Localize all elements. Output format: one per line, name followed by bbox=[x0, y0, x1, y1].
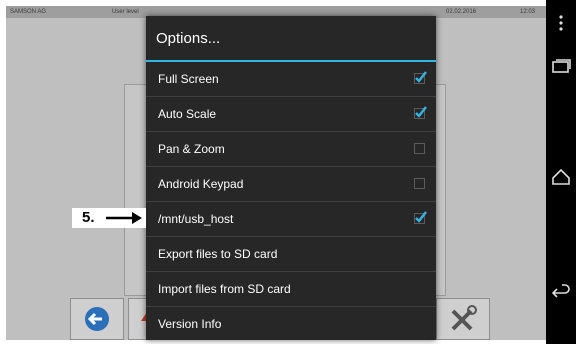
option-auto-scale[interactable]: Auto Scale bbox=[146, 97, 436, 132]
option-label: Import files from SD card bbox=[158, 282, 291, 296]
home-button[interactable] bbox=[550, 166, 572, 188]
option-label: Export files to SD card bbox=[158, 247, 278, 261]
dialog-title: Options... bbox=[156, 30, 221, 47]
option-export-sd[interactable]: Export files to SD card bbox=[146, 237, 436, 272]
option-label: /mnt/usb_host bbox=[158, 212, 234, 226]
back-arrow-icon bbox=[85, 307, 109, 331]
user-level-label: User level bbox=[112, 9, 139, 15]
home-icon bbox=[552, 168, 570, 185]
option-label: Full Screen bbox=[158, 72, 219, 86]
recent-apps-button[interactable] bbox=[550, 55, 572, 77]
tools-button[interactable] bbox=[436, 298, 490, 340]
step-number: 5. bbox=[82, 209, 95, 226]
option-label: Pan & Zoom bbox=[158, 142, 225, 156]
auto-scale-checkbox[interactable] bbox=[414, 106, 427, 119]
back-button[interactable] bbox=[70, 298, 124, 340]
android-keypad-checkbox[interactable] bbox=[414, 178, 425, 189]
step-callout: 5. bbox=[72, 208, 146, 228]
usb-host-checkbox[interactable] bbox=[414, 211, 427, 224]
checkmark-icon bbox=[415, 106, 427, 118]
full-screen-checkbox[interactable] bbox=[414, 71, 427, 84]
pan-zoom-checkbox[interactable] bbox=[414, 143, 425, 154]
option-pan-zoom[interactable]: Pan & Zoom bbox=[146, 132, 436, 167]
time-display: 12:03 bbox=[520, 9, 536, 15]
overflow-menu-button[interactable] bbox=[550, 12, 572, 34]
option-version-info[interactable]: Version Info bbox=[146, 307, 436, 341]
android-nav-bar bbox=[546, 0, 576, 344]
recent-apps-icon bbox=[552, 59, 571, 73]
company-name: SAMSON AG bbox=[10, 9, 47, 15]
options-dialog: Options... Full Screen Auto Scale Pan & … bbox=[146, 16, 436, 340]
tools-icon bbox=[451, 305, 477, 331]
arrow-right-icon bbox=[106, 212, 142, 224]
date-display: 02.02.2016 bbox=[446, 9, 477, 15]
option-full-screen[interactable]: Full Screen bbox=[146, 62, 436, 97]
back-icon bbox=[551, 284, 570, 298]
checkmark-icon bbox=[415, 71, 427, 83]
option-label: Version Info bbox=[158, 317, 222, 331]
nav-back-button[interactable] bbox=[550, 282, 572, 304]
option-android-keypad[interactable]: Android Keypad bbox=[146, 167, 436, 202]
option-label: Android Keypad bbox=[158, 177, 244, 191]
option-import-sd[interactable]: Import files from SD card bbox=[146, 272, 436, 307]
option-usb-host[interactable]: /mnt/usb_host bbox=[146, 202, 436, 237]
overflow-menu-icon bbox=[559, 15, 563, 31]
checkmark-icon bbox=[415, 211, 427, 223]
option-label: Auto Scale bbox=[158, 107, 217, 121]
